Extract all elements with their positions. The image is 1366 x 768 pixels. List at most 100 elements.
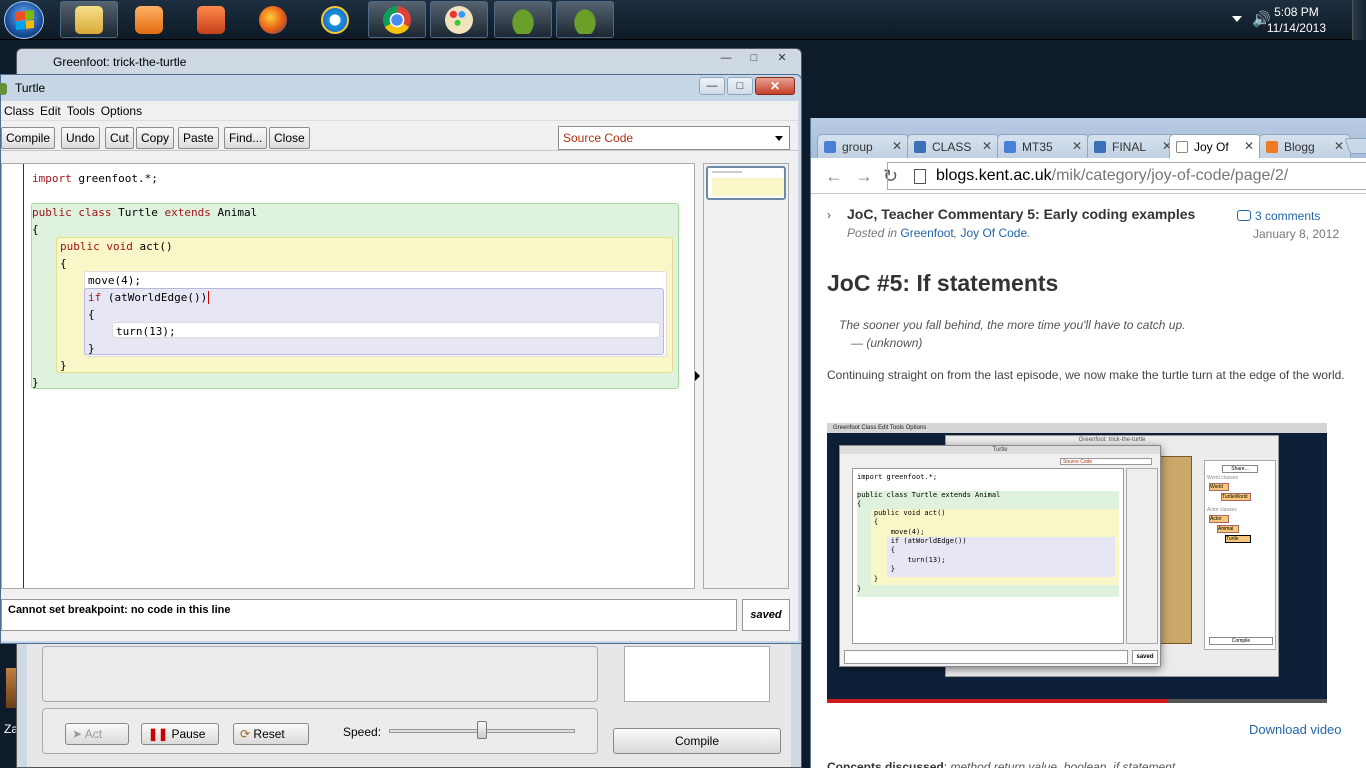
text-cursor: [208, 291, 210, 304]
close-tab-icon[interactable]: ✕: [1244, 139, 1254, 153]
line-gutter[interactable]: [2, 164, 24, 588]
category-greenfoot-link[interactable]: Greenfoot: [900, 226, 953, 240]
speed-label: Speed:: [343, 725, 382, 739]
maximize-button[interactable]: □: [741, 51, 767, 67]
close-button[interactable]: ✕: [755, 77, 795, 95]
taskbar-media-player[interactable]: [120, 1, 178, 38]
taskbar-greenfoot-2[interactable]: [556, 1, 614, 38]
tab-label: group: [842, 140, 873, 154]
compile-button[interactable]: Compile: [1, 127, 56, 149]
post-meta: Posted in Greenfoot, Joy Of Code.: [847, 226, 1031, 240]
tab-group[interactable]: group ✕: [817, 134, 909, 158]
taskbar-firefox[interactable]: [244, 1, 302, 38]
taskbar-greenfoot-1[interactable]: [494, 1, 552, 38]
folder-icon: [75, 5, 103, 34]
post-title-link[interactable]: JoC, Teacher Commentary 5: Early coding …: [847, 206, 1195, 222]
taskbar-internet-explorer[interactable]: [306, 1, 364, 38]
tab-mt35[interactable]: MT35 ✕: [997, 134, 1089, 158]
paste-button[interactable]: Paste: [178, 127, 219, 149]
taskbar-paint[interactable]: [430, 1, 488, 38]
saved-indicator: saved: [742, 599, 790, 631]
media-player-icon: [135, 5, 163, 34]
tab-label: Blogg: [1284, 140, 1315, 154]
tab-class[interactable]: CLASS ✕: [907, 134, 999, 158]
menu-options[interactable]: Options: [98, 101, 145, 120]
copy-button[interactable]: Copy: [136, 127, 175, 149]
video-code-line: import greenfoot.*;: [857, 473, 938, 481]
undo-button[interactable]: Undo: [61, 127, 100, 149]
concepts-label: Concepts discussed: [827, 760, 944, 768]
reset-icon: ⟳: [240, 727, 251, 741]
tab-strip: group ✕ CLASS ✕ MT35 ✕ FINAL ✕ Joy Of ✕ Blogg…: [811, 118, 1366, 159]
page-info-icon[interactable]: [914, 169, 926, 184]
close-tab-icon[interactable]: ✕: [1334, 139, 1344, 153]
tab-label: Joy Of: [1194, 140, 1229, 154]
close-tab-icon[interactable]: ✕: [982, 139, 992, 153]
forward-arrow-icon[interactable]: →: [855, 166, 873, 187]
greenfoot-title: Greenfoot: trick-the-turtle: [53, 55, 187, 69]
start-button[interactable]: [4, 1, 44, 39]
editor-window-controls: — □ ✕: [699, 77, 795, 95]
editor-menubar: Class Edit Tools Options: [1, 101, 798, 121]
tab-final[interactable]: FINAL ✕: [1087, 134, 1179, 158]
speed-slider[interactable]: [389, 721, 575, 739]
compile-all-button[interactable]: Compile: [613, 728, 781, 754]
speed-slider-thumb[interactable]: [477, 721, 487, 739]
show-desktop-button[interactable]: [1352, 0, 1366, 40]
download-video-link[interactable]: Download video: [1249, 722, 1342, 737]
cut-button[interactable]: Cut: [105, 127, 134, 149]
video-code-line: if (atWorldEdge()): [857, 537, 967, 545]
video-nav: [1126, 468, 1158, 644]
reset-label: Reset: [253, 727, 285, 741]
video-turtle: Turtle: [1225, 535, 1251, 543]
find-button[interactable]: Find...: [224, 127, 268, 149]
maximize-button[interactable]: □: [727, 77, 753, 95]
menu-tools[interactable]: Tools: [64, 101, 98, 120]
navigation-thumbnail[interactable]: [706, 166, 786, 200]
tab-blogger[interactable]: Blogg ✕: [1259, 134, 1351, 158]
category-joy-of-code-link[interactable]: Joy Of Code: [960, 226, 1027, 240]
pause-button[interactable]: ❚❚ Pause: [141, 723, 219, 745]
posted-in-label: Posted in: [847, 226, 898, 240]
keyword: if: [88, 291, 102, 304]
video-world-classes: World classes: [1207, 475, 1239, 481]
office-icon: [197, 5, 225, 34]
video-player[interactable]: Greenfoot Class Edit Tools Options Green…: [827, 423, 1327, 703]
video-code-line: {: [857, 518, 879, 526]
video-menubar: Greenfoot Class Edit Tools Options: [827, 423, 1327, 433]
back-arrow-icon[interactable]: ←: [825, 166, 843, 187]
video-code: import greenfoot.*; public class Turtle …: [852, 468, 1124, 644]
code-text: greenfoot.*;: [71, 172, 158, 185]
close-tab-icon[interactable]: ✕: [1072, 139, 1082, 153]
slides-icon: [914, 141, 926, 153]
navigation-view[interactable]: [703, 163, 789, 589]
keyword: extends: [164, 206, 211, 219]
taskbar-office[interactable]: [182, 1, 240, 38]
speaker-icon[interactable]: 🔊: [1252, 10, 1271, 28]
menu-edit[interactable]: Edit: [37, 101, 64, 120]
tab-joy-of-code[interactable]: Joy Of ✕: [1169, 134, 1261, 159]
video-progress-bar[interactable]: [827, 699, 1327, 703]
reset-button[interactable]: ⟳ Reset: [233, 723, 309, 745]
view-select[interactable]: Source Code: [558, 126, 790, 150]
close-editor-button[interactable]: Close: [269, 127, 310, 149]
taskbar-chrome[interactable]: [368, 1, 426, 38]
code-line: if (atWorldEdge()): [88, 289, 210, 306]
address-bar[interactable]: blogs.kent.ac.uk/mik/category/joy-of-cod…: [887, 162, 1366, 190]
code-text: Turtle: [111, 206, 165, 219]
comments-link[interactable]: 3 comments: [1237, 209, 1320, 223]
close-tab-icon[interactable]: ✕: [892, 139, 902, 153]
expand-arrow-icon[interactable]: [695, 371, 700, 381]
code-line: move(4);: [88, 274, 141, 287]
article-heading: JoC #5: If statements: [827, 270, 1059, 296]
clock[interactable]: 5:08 PM 11/14/2013: [1267, 4, 1326, 36]
act-button[interactable]: ➤ Act: [65, 723, 129, 745]
minimize-button[interactable]: —: [699, 77, 725, 95]
close-button[interactable]: ✕: [769, 51, 795, 67]
code-editor[interactable]: import greenfoot.*; public class Turtle …: [1, 163, 695, 589]
system-tray: 🔊 5:08 PM 11/14/2013: [1206, 0, 1366, 40]
minimize-button[interactable]: —: [713, 51, 739, 67]
show-hidden-icons-icon[interactable]: [1232, 16, 1242, 22]
taskbar-explorer[interactable]: [60, 1, 118, 38]
menu-class[interactable]: Class: [1, 101, 37, 120]
